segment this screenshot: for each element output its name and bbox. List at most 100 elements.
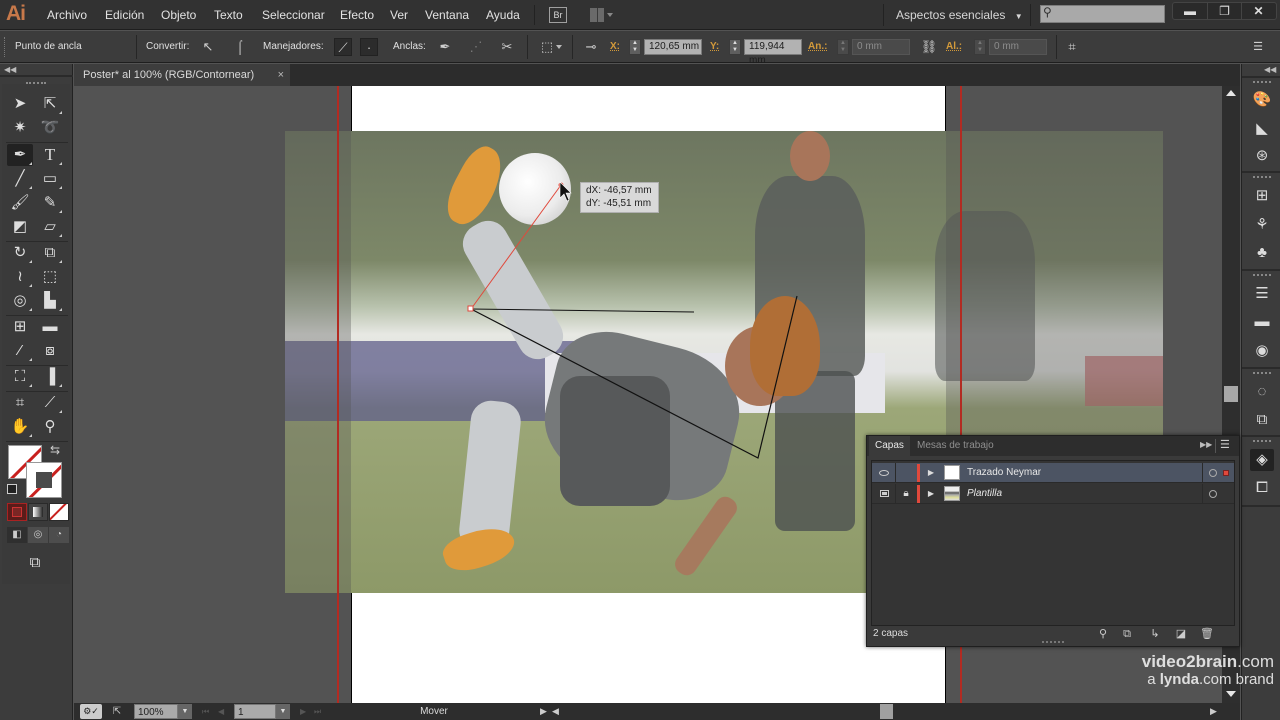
height-label[interactable]: Al.: xyxy=(946,41,962,52)
close-button[interactable]: ✕ xyxy=(1241,3,1275,19)
target-circle-icon[interactable] xyxy=(1209,490,1217,498)
brushes-panel-button[interactable]: ⚘ xyxy=(1250,214,1274,236)
eyedropper-tool[interactable]: ⁄ xyxy=(7,340,33,362)
scroll-down-icon[interactable] xyxy=(1226,691,1236,697)
menu-ver[interactable]: Ver xyxy=(390,8,408,22)
layer-row[interactable]: ▶ Trazado Neymar xyxy=(872,463,1234,483)
tab-capas[interactable]: Capas xyxy=(869,436,910,456)
artboard-dropdown[interactable]: ▼ xyxy=(276,704,290,719)
none-mode-button[interactable] xyxy=(49,503,69,521)
next-artboard-button[interactable]: ▶ xyxy=(300,704,310,719)
document-tab[interactable]: Poster* al 100% (RGB/Contornear) × xyxy=(74,64,290,86)
appearance-panel-button[interactable]: ◌ xyxy=(1250,381,1274,403)
anchor-point[interactable] xyxy=(467,305,474,312)
expand-layer-button[interactable]: ▶ xyxy=(924,463,938,483)
height-input[interactable]: 0 mm xyxy=(989,39,1047,55)
gradient-panel-button[interactable]: ▬ xyxy=(1250,311,1274,333)
collapse-panel-icon[interactable]: ▶▶ xyxy=(1200,440,1212,449)
draw-behind-button[interactable]: ◎ xyxy=(28,527,48,543)
hand-tool[interactable]: ✋ xyxy=(7,416,33,438)
visibility-toggle[interactable] xyxy=(874,463,894,483)
previous-artboard-button[interactable]: ◀ xyxy=(218,704,228,719)
layer-name[interactable]: Plantilla xyxy=(967,484,1002,504)
transparency-panel-button[interactable]: ◉ xyxy=(1250,340,1274,362)
connect-anchors-button[interactable]: ⋰ xyxy=(467,38,485,56)
rectangle-tool[interactable]: ▭ xyxy=(37,168,63,190)
stroke-swatch[interactable] xyxy=(26,462,62,498)
isolate-selected-button[interactable]: ⌗ xyxy=(1063,38,1081,56)
scroll-up-icon[interactable] xyxy=(1226,90,1236,96)
symbols-panel-button[interactable]: ♣ xyxy=(1250,242,1274,264)
color-panel-button[interactable]: 🎨 xyxy=(1250,89,1274,111)
rotate-tool[interactable]: ↻ xyxy=(7,242,33,264)
last-artboard-button[interactable]: ⏭ xyxy=(314,704,324,719)
gpu-performance-button[interactable]: ⚙✓ xyxy=(80,704,102,719)
free-transform-tool[interactable]: ⬚ xyxy=(37,266,63,288)
perspective-grid-tool[interactable]: ▙ xyxy=(37,290,63,312)
hide-handles-button[interactable]: · xyxy=(360,38,378,56)
resize-grip[interactable] xyxy=(1042,641,1064,644)
graphic-styles-panel-button[interactable]: ⧉ xyxy=(1250,409,1274,431)
remove-anchor-button[interactable]: ✒ xyxy=(436,38,454,56)
zoom-level-input[interactable]: 100% xyxy=(134,704,178,719)
lock-toggle[interactable] xyxy=(897,463,915,483)
direction-handle[interactable] xyxy=(470,184,562,310)
scale-tool[interactable]: ⧉ xyxy=(37,242,63,264)
eraser-tool[interactable]: ▱ xyxy=(37,216,63,238)
menu-archivo[interactable]: Archivo xyxy=(47,8,87,22)
column-graph-tool[interactable]: ▐ xyxy=(37,366,63,388)
blob-brush-tool[interactable]: ◩ xyxy=(7,216,33,238)
scroll-thumb[interactable] xyxy=(1224,386,1238,402)
reference-point-button[interactable]: ⬚ xyxy=(538,38,556,56)
locate-object-button[interactable]: ⚲ xyxy=(1095,626,1111,642)
paintbrush-tool[interactable]: 🖌 xyxy=(7,192,33,214)
artboards-panel-button[interactable]: ⧠ xyxy=(1250,477,1274,499)
expand-layer-button[interactable]: ▶ xyxy=(924,484,938,504)
horizontal-scroll-thumb[interactable] xyxy=(880,704,893,719)
make-clipping-mask-button[interactable]: ⧉ xyxy=(1119,626,1135,642)
default-fill-stroke-icon[interactable] xyxy=(7,484,17,494)
panel-menu-icon[interactable]: ☰ xyxy=(1220,438,1230,451)
color-themes-panel-button[interactable]: ⊛ xyxy=(1250,145,1274,167)
constrain-proportions-button[interactable]: ⛓ xyxy=(920,38,938,56)
collapse-panel-icon[interactable]: ◀◀ xyxy=(4,65,16,74)
create-sublayer-button[interactable]: ↳ xyxy=(1147,626,1163,642)
menu-ventana[interactable]: Ventana xyxy=(425,8,469,22)
close-tab-icon[interactable]: × xyxy=(278,64,284,86)
menu-seleccionar[interactable]: Seleccionar xyxy=(262,8,325,22)
menu-texto[interactable]: Texto xyxy=(214,8,243,22)
convert-to-corner-button[interactable]: ↖ xyxy=(199,38,217,56)
pencil-tool[interactable]: ✎ xyxy=(37,192,63,214)
selection-tool[interactable]: ➤ xyxy=(7,93,33,115)
panel-grip[interactable] xyxy=(4,37,7,57)
menu-ayuda[interactable]: Ayuda xyxy=(486,8,520,22)
target-circle-icon[interactable] xyxy=(1209,469,1217,477)
gradient-tool[interactable]: ▬ xyxy=(37,316,63,338)
help-search-input[interactable]: ⚲ xyxy=(1040,5,1165,23)
x-label[interactable]: X: xyxy=(610,41,620,52)
color-mode-button[interactable] xyxy=(7,503,27,521)
workspace-switcher[interactable]: Aspectos esenciales ▼ xyxy=(896,8,1023,22)
first-artboard-button[interactable]: ⏮ xyxy=(202,704,212,719)
y-stepper[interactable]: ▲ ▼ xyxy=(729,39,741,55)
y-input[interactable]: 119,944 mm xyxy=(744,39,802,66)
x-input[interactable]: 120,65 mm xyxy=(644,39,702,55)
drawn-path[interactable] xyxy=(470,295,798,459)
blend-tool[interactable]: ⧇ xyxy=(37,340,63,362)
scroll-left-button[interactable]: ◀ xyxy=(552,704,562,719)
shape-builder-tool[interactable]: ◎ xyxy=(7,290,33,312)
direction-handle[interactable] xyxy=(470,308,695,313)
menu-edicion[interactable]: Edición xyxy=(105,8,144,22)
x-stepper[interactable]: ▲ ▼ xyxy=(629,39,641,55)
line-segment-tool[interactable]: ╱ xyxy=(7,168,33,190)
arrange-documents-button[interactable] xyxy=(590,8,616,22)
layer-name[interactable]: Trazado Neymar xyxy=(967,463,1041,483)
height-stepper[interactable]: ▲ ▼ xyxy=(974,39,986,55)
delete-layer-button[interactable]: 🗑︎ xyxy=(1199,626,1215,642)
swatches-panel-button[interactable]: ⊞ xyxy=(1250,185,1274,207)
minimize-button[interactable]: ▬ xyxy=(1173,3,1207,19)
create-layer-button[interactable]: ◪ xyxy=(1173,626,1189,642)
control-panel-menu-button[interactable]: ☰ xyxy=(1249,38,1267,56)
scroll-right-button[interactable]: ▶ xyxy=(1210,704,1220,719)
share-button[interactable]: ⇱ xyxy=(110,704,124,719)
